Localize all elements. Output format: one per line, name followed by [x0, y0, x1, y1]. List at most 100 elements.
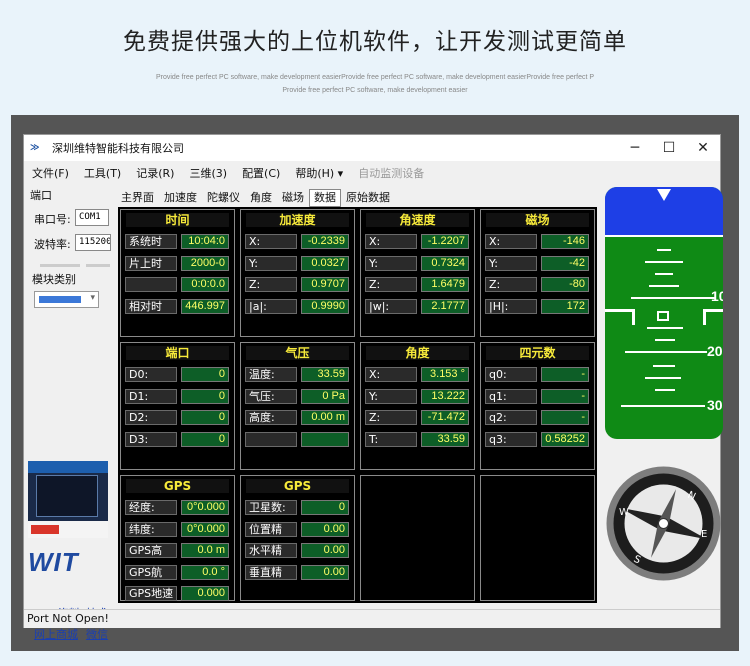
status-bar: Port Not Open! — [24, 609, 720, 628]
field-value: 33.59 — [421, 431, 469, 447]
compass-label-e: E — [701, 529, 707, 540]
panel-divider — [86, 264, 110, 267]
tab-bar: 主界面 加速度 陀螺仪 角度 磁场 数据 原始数据 — [116, 189, 395, 207]
field-label: 温度: — [245, 367, 297, 382]
compass-label-w: W — [619, 507, 629, 518]
chevron-down-icon: ▾ — [90, 293, 95, 303]
panel-divider — [40, 264, 80, 267]
field-value: 0.00 m — [301, 410, 349, 425]
ahi-horizon-line — [605, 235, 723, 237]
maximize-button[interactable]: ☐ — [652, 135, 686, 161]
close-button[interactable]: ✕ — [686, 135, 720, 161]
field-value: 0 Pa — [301, 388, 349, 404]
module-type-selected — [39, 296, 81, 303]
field-label: q1: — [485, 388, 537, 404]
field-value: 0.0 m — [181, 543, 229, 558]
field-label: q2: — [485, 410, 537, 425]
menu-config[interactable]: 配置(C) — [242, 165, 280, 181]
wit-logo-icon: ≫ — [30, 143, 40, 153]
tab-angle[interactable]: 角度 — [245, 189, 277, 207]
ahi-pitch-line — [649, 285, 679, 287]
field-value: 0.00 — [301, 543, 349, 558]
port-group-label: 端口 — [30, 189, 52, 202]
field-label: D2: — [125, 410, 177, 425]
field-label: GPS地速 — [125, 586, 177, 601]
field-label: D1: — [125, 388, 177, 404]
ad-badge — [31, 525, 59, 534]
field-value: - — [541, 410, 589, 425]
ahi-pitch-line — [655, 339, 675, 341]
banner-subtitle-1: Provide free perfect PC software, make d… — [155, 74, 595, 81]
field-label: GPS航 — [125, 564, 177, 580]
field-value: 0.000 — [181, 586, 229, 601]
module-type-select[interactable]: ▾ — [34, 291, 99, 308]
field-value: 0 — [301, 500, 349, 515]
ahi-pitch-label: 20 — [707, 343, 723, 359]
section-time: 时间 系统时 10:04:0 片上时 2000-0 0:0:0.0 相对时 446.997 — [120, 209, 235, 337]
menu-help[interactable]: 帮助(H) ▾ — [295, 165, 343, 181]
field-value: 13.222 — [421, 388, 469, 404]
section-title: 时间 — [126, 213, 229, 227]
title-bar[interactable]: ≫ 深圳维特智能科技有限公司 ─ ☐ ✕ — [24, 135, 720, 161]
field-value: 0°0.000 — [181, 521, 229, 537]
port-label: 串口号: — [34, 213, 71, 226]
product-ad-image[interactable] — [28, 461, 108, 538]
field-label: X: — [365, 234, 417, 249]
field-value: 446.997 — [181, 298, 229, 314]
ahi-center-marker — [657, 311, 669, 321]
field-value: 0.58252 — [541, 431, 589, 447]
tab-raw[interactable]: 原始数据 — [341, 189, 395, 207]
menu-file[interactable]: 文件(F) — [32, 165, 69, 181]
field-value: 172 — [541, 298, 589, 314]
field-value: 0:0:0.0 — [181, 277, 229, 292]
baud-select[interactable]: 115200 — [75, 234, 111, 251]
field-label: 系统时 — [125, 234, 177, 249]
field-label: 垂直精 — [245, 564, 297, 580]
field-value: 0 — [181, 410, 229, 425]
menu-tools[interactable]: 工具(T) — [84, 165, 121, 181]
field-value: -71.472 — [421, 410, 469, 425]
menu-3d[interactable]: 三维(3) — [189, 165, 227, 181]
ahi-pitch-line — [647, 327, 683, 329]
ahi-pitch-line — [655, 389, 675, 391]
left-panel: 端口 串口号: COM1 波特率: 115200 模块类别 ▾ WIT WiKI… — [24, 185, 114, 641]
field-value: 0.7324 — [421, 255, 469, 271]
link-shop[interactable]: 网上商城 — [34, 626, 78, 642]
section-empty — [480, 475, 595, 601]
field-label: X: — [485, 234, 537, 249]
tab-data[interactable]: 数据 — [309, 189, 341, 207]
field-label: Z: — [365, 277, 417, 292]
compass-hub — [658, 518, 669, 529]
ahi-pitch-line — [655, 273, 673, 275]
menu-bar: 文件(F) 工具(T) 记录(R) 三维(3) 配置(C) 帮助(H) ▾ 自动… — [24, 161, 720, 185]
field-value: 2000-0 — [181, 255, 229, 271]
ahi-pitch-line — [625, 351, 707, 353]
field-label: 水平精 — [245, 543, 297, 558]
wit-brand-logo: WIT — [28, 547, 79, 577]
field-label: Y: — [485, 255, 537, 271]
tab-gyro[interactable]: 陀螺仪 — [202, 189, 245, 207]
link-wechat[interactable]: 微信 — [86, 626, 108, 642]
tab-main[interactable]: 主界面 — [116, 189, 159, 207]
menu-auto-detect[interactable]: 自动监测设备 — [358, 165, 424, 181]
tab-accel[interactable]: 加速度 — [159, 189, 202, 207]
tab-mag[interactable]: 磁场 — [277, 189, 309, 207]
field-value: 0.0 ° — [181, 564, 229, 580]
ahi-pitch-line — [657, 249, 671, 251]
section-quat: 四元数 q0: - q1: - q2: - q3: 0.58252 — [480, 342, 595, 470]
field-label: D3: — [125, 431, 177, 447]
field-value: 0 — [181, 367, 229, 382]
field-label: Z: — [245, 277, 297, 292]
menu-record[interactable]: 记录(R) — [136, 165, 174, 181]
minimize-button[interactable]: ─ — [618, 135, 652, 161]
field-value: 10:04:0 — [181, 234, 229, 249]
attitude-indicator: 10 20 30 — [605, 187, 723, 439]
section-title: GPS — [126, 479, 229, 493]
field-value: 2.1777 — [421, 298, 469, 314]
field-label: T: — [365, 431, 417, 447]
ahi-pitch-line — [631, 297, 715, 299]
field-label: Y: — [365, 388, 417, 404]
port-select[interactable]: COM1 — [75, 209, 109, 226]
field-label: 纬度: — [125, 521, 177, 537]
field-label: |a|: — [245, 298, 297, 314]
